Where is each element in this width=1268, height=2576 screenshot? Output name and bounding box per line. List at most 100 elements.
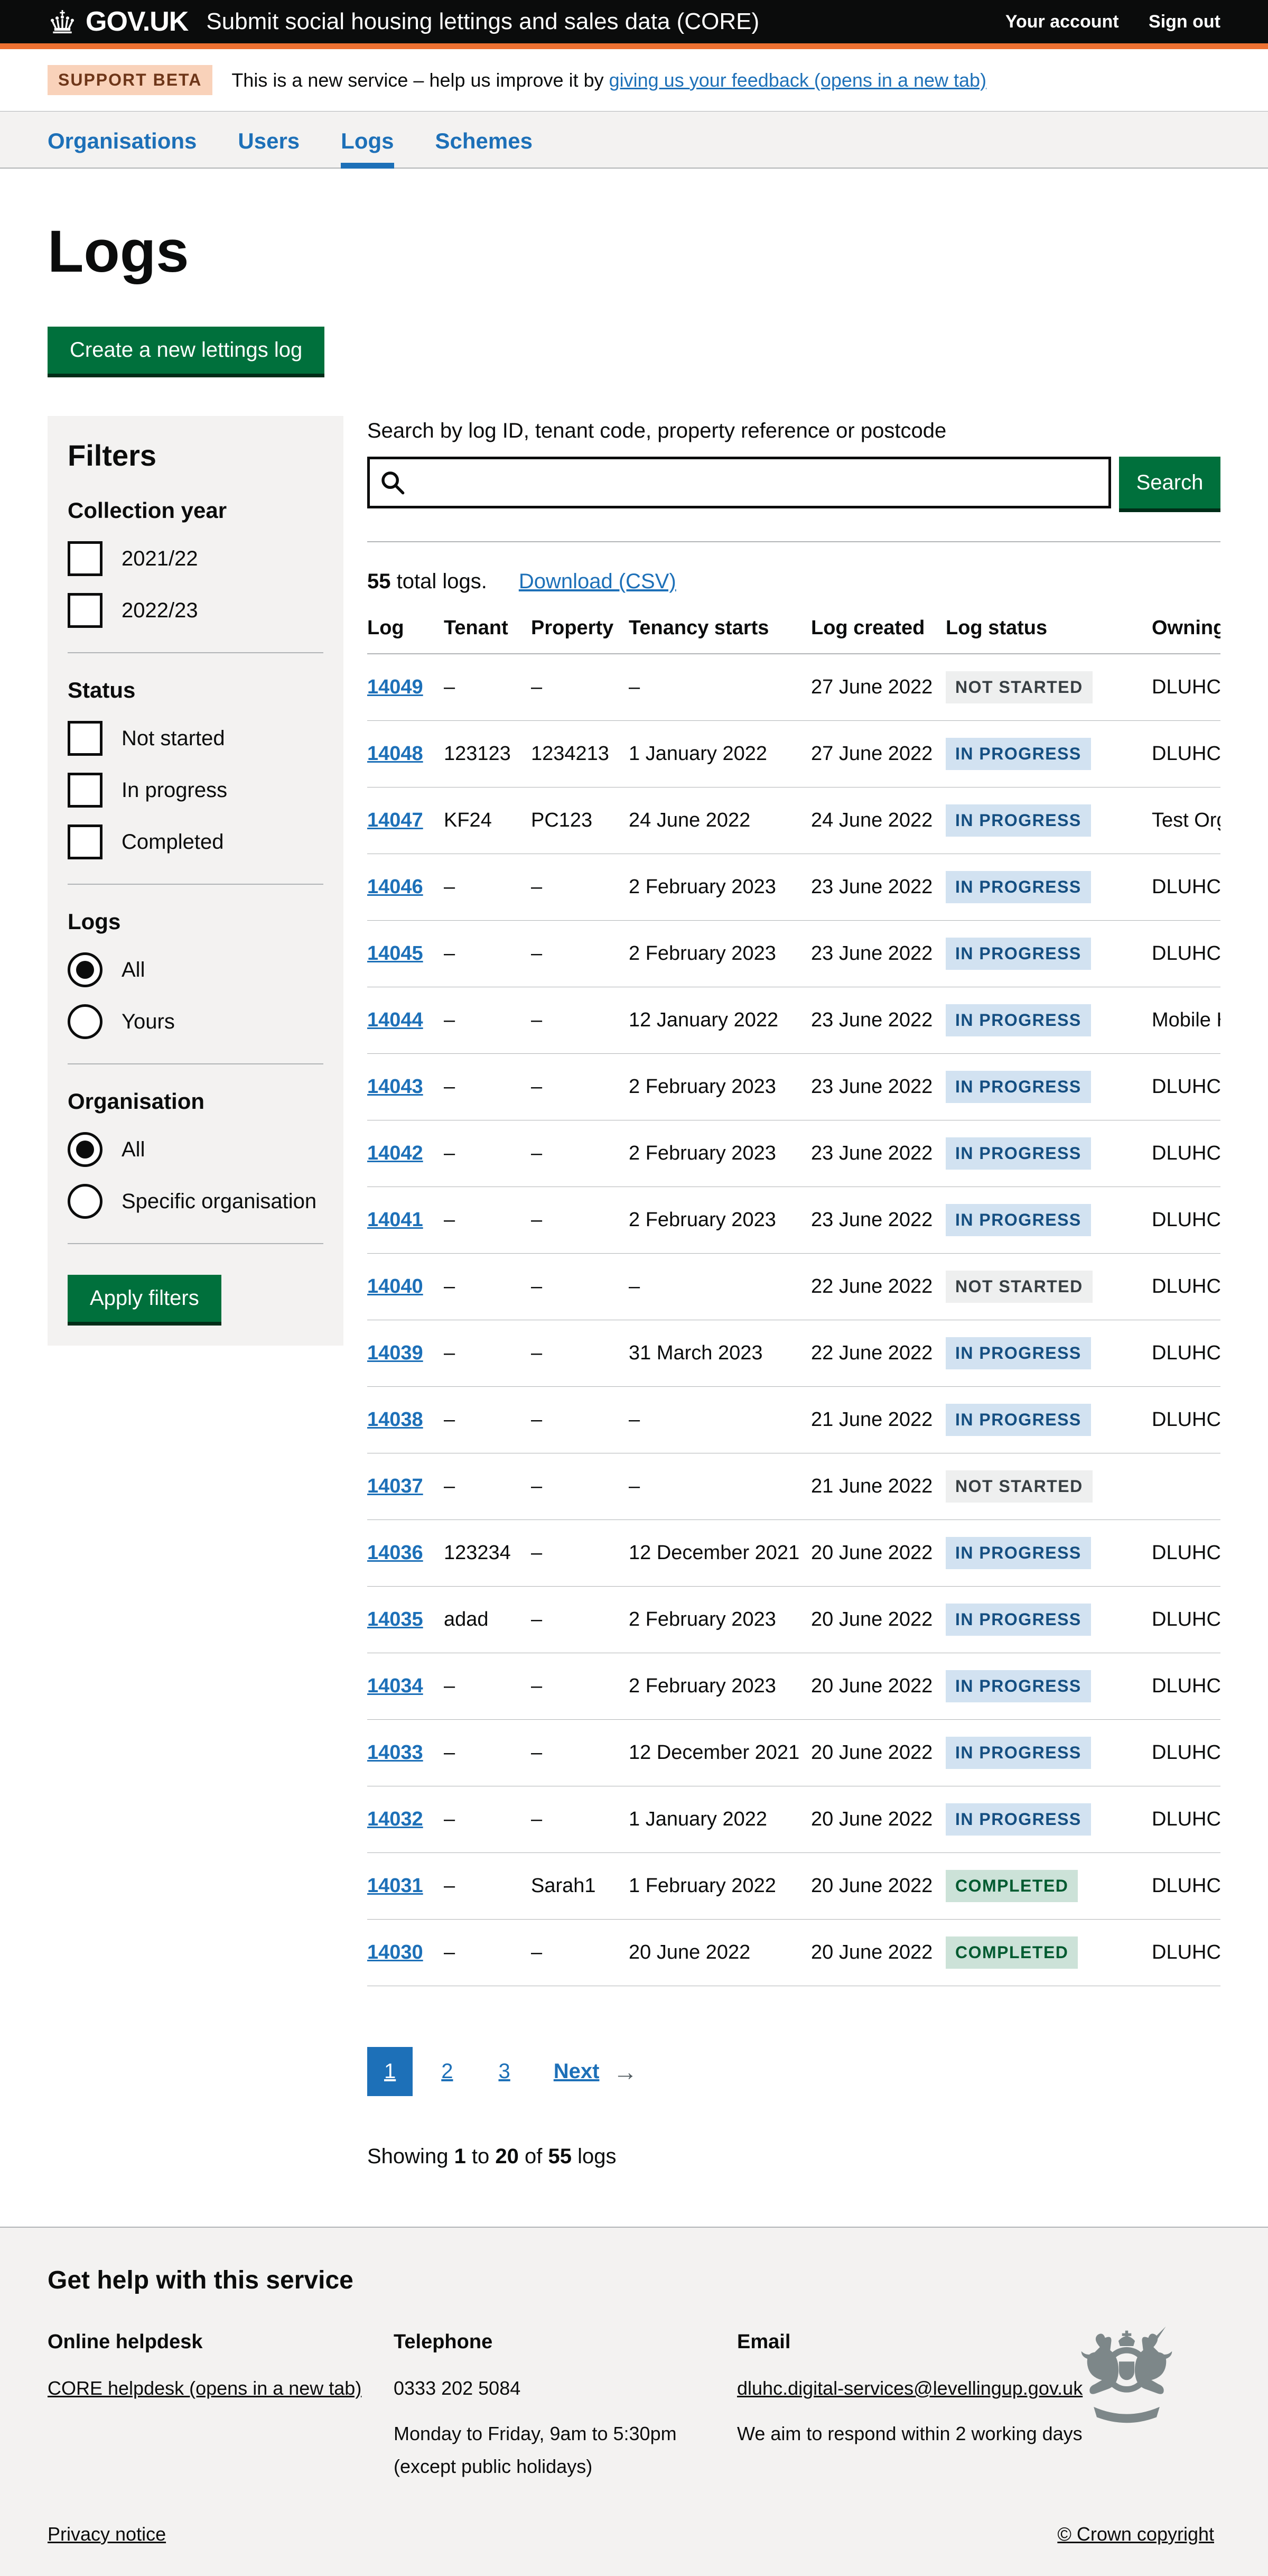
apply-filters-button[interactable]: Apply filters — [68, 1275, 221, 1322]
logs-option[interactable]: All — [68, 952, 323, 987]
log-created-cell: 21 June 2022 — [811, 1387, 946, 1453]
filter-divider — [68, 1063, 323, 1064]
checkbox[interactable] — [68, 541, 102, 576]
primary-nav-link[interactable]: Organisations — [48, 112, 197, 168]
radio-button[interactable] — [68, 1184, 102, 1219]
showing-to: 20 — [495, 2145, 519, 2168]
log-link[interactable]: 14036 — [367, 1542, 423, 1564]
log-link[interactable]: 14038 — [367, 1409, 423, 1431]
collection-year-option[interactable]: 2022/23 — [68, 593, 323, 628]
crown-copyright-link[interactable]: © Crown copyright — [1057, 2523, 1214, 2545]
log-link[interactable]: 14048 — [367, 743, 423, 765]
table-row: 14035 adad – 2 February 2023 20 June 202… — [367, 1587, 1220, 1653]
online-helpdesk-heading: Online helpdesk — [48, 2328, 394, 2357]
tenant-cell: 123123 — [444, 721, 531, 787]
pagination-page-link[interactable]: 1 — [367, 2047, 413, 2096]
radio-button[interactable] — [68, 1004, 102, 1039]
log-link[interactable]: 14042 — [367, 1142, 423, 1164]
log-link[interactable]: 14035 — [367, 1608, 423, 1630]
status-option[interactable]: Not started — [68, 721, 323, 756]
owning-organisation-cell: Mobile Housing — [1152, 987, 1220, 1054]
log-link[interactable]: 14045 — [367, 942, 423, 965]
radio-button[interactable] — [68, 1132, 102, 1167]
status-badge: IN PROGRESS — [946, 1071, 1091, 1103]
log-link[interactable]: 14043 — [367, 1076, 423, 1098]
collection-year-option[interactable]: 2021/22 — [68, 541, 323, 576]
showing-total: 55 — [548, 2145, 572, 2168]
log-link[interactable]: 14034 — [367, 1675, 423, 1697]
download-csv-link[interactable]: Download (CSV) — [519, 570, 676, 594]
log-created-cell: 23 June 2022 — [811, 921, 946, 987]
phase-banner: SUPPORT BETA This is a new service – hel… — [0, 49, 1268, 112]
log-link[interactable]: 14039 — [367, 1342, 423, 1364]
pagination-page-link[interactable]: 2 — [424, 2047, 470, 2096]
primary-nav-link[interactable]: Schemes — [435, 112, 533, 168]
log-link[interactable]: 14037 — [367, 1475, 423, 1497]
header-logo-group[interactable]: GOV.UK Submit social housing lettings an… — [48, 6, 759, 38]
logs-option[interactable]: Yours — [68, 1004, 323, 1039]
status-option[interactable]: Completed — [68, 824, 323, 859]
telephone-number: 0333 202 5084 — [394, 2375, 737, 2402]
log-created-cell: 23 June 2022 — [811, 1054, 946, 1120]
status-badge: IN PROGRESS — [946, 938, 1091, 970]
tenant-cell: – — [444, 1853, 531, 1920]
log-link[interactable]: 14030 — [367, 1941, 423, 1963]
service-name[interactable]: Submit social housing lettings and sales… — [206, 8, 759, 35]
log-link[interactable]: 14049 — [367, 676, 423, 698]
feedback-link[interactable]: giving us your feedback (opens in a new … — [609, 69, 986, 91]
search-button[interactable]: Search — [1119, 457, 1220, 508]
log-created-cell: 24 June 2022 — [811, 787, 946, 854]
log-created-cell: 23 June 2022 — [811, 854, 946, 921]
log-link[interactable]: 14032 — [367, 1808, 423, 1830]
property-cell: – — [531, 1653, 629, 1720]
status-option[interactable]: In progress — [68, 773, 323, 808]
primary-nav-link[interactable]: Users — [238, 112, 300, 168]
primary-nav-link[interactable]: Logs — [341, 112, 394, 168]
pagination-page-link[interactable]: 3 — [482, 2047, 527, 2096]
tenant-cell: – — [444, 854, 531, 921]
log-link[interactable]: 14046 — [367, 876, 423, 898]
govuk-logotype: GOV.UK — [86, 6, 188, 38]
property-cell: Sarah1 — [531, 1853, 629, 1920]
log-link[interactable]: 14033 — [367, 1741, 423, 1764]
property-cell: – — [531, 1187, 629, 1254]
pagination-next-link[interactable]: Next — [554, 2060, 600, 2083]
log-link[interactable]: 14031 — [367, 1875, 423, 1897]
radio-button[interactable] — [68, 952, 102, 987]
organisation-option[interactable]: Specific organisation — [68, 1184, 323, 1219]
owning-organisation-cell: DLUHC Test Organisation — [1152, 1786, 1220, 1853]
sign-out-link[interactable]: Sign out — [1149, 12, 1220, 32]
email-link[interactable]: dluhc.digital-services@levellingup.gov.u… — [737, 2377, 1083, 2399]
checkbox-label: 2021/22 — [122, 547, 198, 571]
log-link[interactable]: 14044 — [367, 1009, 423, 1031]
log-link[interactable]: 14041 — [367, 1209, 423, 1231]
footer: Get help with this service Online helpde… — [0, 2227, 1268, 2576]
property-cell: – — [531, 1587, 629, 1653]
organisation-option[interactable]: All — [68, 1132, 323, 1167]
checkbox[interactable] — [68, 824, 102, 859]
checkbox[interactable] — [68, 773, 102, 808]
property-cell: PC123 — [531, 787, 629, 854]
filter-divider — [68, 652, 323, 653]
your-account-link[interactable]: Your account — [1005, 12, 1119, 32]
privacy-notice-link[interactable]: Privacy notice — [48, 2523, 166, 2545]
tenant-cell: – — [444, 1254, 531, 1320]
core-helpdesk-link[interactable]: CORE helpdesk (opens in a new tab) — [48, 2377, 361, 2399]
primary-navigation: Organisations Users Logs Schemes — [0, 112, 1268, 169]
log-link[interactable]: 14040 — [367, 1275, 423, 1298]
main-content: Logs Create a new lettings log Filters C… — [48, 217, 1220, 2227]
table-row: 14030 – – 20 June 2022 20 June 2022 COMP… — [367, 1920, 1220, 1986]
organisation-heading: Organisation — [68, 1089, 323, 1114]
search-input[interactable] — [367, 457, 1111, 508]
owning-organisation-cell: DLUHC — [1152, 721, 1220, 787]
checkbox[interactable] — [68, 721, 102, 756]
checkbox[interactable] — [68, 593, 102, 628]
results-divider — [367, 541, 1220, 542]
telephone-hours: Monday to Friday, 9am to 5:30pm — [394, 2420, 737, 2448]
tenant-cell: – — [444, 654, 531, 721]
tenancy-starts-cell: – — [629, 1387, 811, 1453]
log-link[interactable]: 14047 — [367, 809, 423, 831]
table-row: 14031 – Sarah1 1 February 2022 20 June 2… — [367, 1853, 1220, 1920]
create-lettings-log-button[interactable]: Create a new lettings log — [48, 327, 324, 374]
radio-label: Yours — [122, 1010, 175, 1034]
